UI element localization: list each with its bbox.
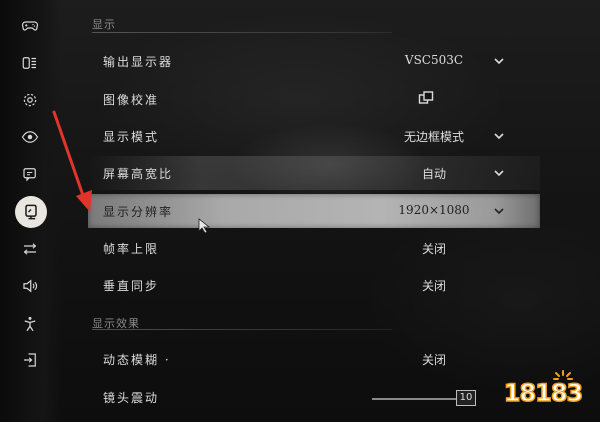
setting-row-display-mode[interactable]: 显示模式 无边框模式 — [88, 119, 540, 153]
sidebar-item-accessibility[interactable] — [17, 311, 43, 337]
setting-row-resolution[interactable]: 显示分辨率 1920×1080 — [88, 194, 540, 228]
setting-label: 显示模式 — [103, 130, 160, 144]
setting-label: 镜头震动 — [103, 391, 160, 405]
sidebar-item-gamepad[interactable] — [17, 12, 43, 38]
exit-icon — [24, 353, 36, 367]
gear-icon — [23, 93, 37, 107]
setting-label: 输出显示器 — [103, 55, 174, 69]
setting-row-aspect-ratio[interactable]: 屏幕高宽比 自动 — [88, 156, 540, 190]
sidebar-item-general[interactable] — [17, 87, 43, 113]
setting-value: 无边框模式 — [403, 130, 464, 144]
gamepad-icon — [21, 21, 39, 31]
monitor-icon — [25, 204, 37, 220]
chat-icon — [23, 168, 36, 182]
setting-row-calibration[interactable]: 图像校准 — [88, 82, 540, 116]
camera-shake-slider[interactable] — [372, 398, 460, 400]
watermark-logo: 18183 — [493, 370, 593, 413]
setting-label: 屏幕高宽比 — [103, 167, 174, 181]
chevron-down-icon[interactable] — [493, 55, 505, 67]
watermark-text: 18183 — [503, 378, 584, 408]
section-divider — [92, 329, 392, 330]
annotation-arrow-icon — [52, 110, 92, 212]
section-title-display: 显示 — [92, 18, 116, 31]
sliders-icon — [23, 243, 37, 255]
chevron-down-icon[interactable] — [493, 167, 505, 179]
speaker-icon — [23, 279, 38, 293]
sidebar-item-controls-adjust[interactable] — [17, 236, 43, 262]
setting-value: VSC503C — [404, 53, 464, 67]
setting-row-output-display[interactable]: 输出显示器 VSC503C — [88, 44, 540, 78]
setting-value: 关闭 — [421, 279, 446, 293]
setting-value: 关闭 — [421, 353, 446, 367]
mouse-cursor-icon — [198, 218, 211, 234]
calibration-icon[interactable] — [418, 90, 434, 106]
chevron-down-icon[interactable] — [493, 205, 505, 217]
setting-value: 自动 — [421, 167, 446, 181]
setting-label: 帧率上限 — [103, 242, 160, 256]
setting-row-motion-blur[interactable]: 动态模糊 · 关闭 — [88, 342, 540, 376]
chevron-down-icon[interactable] — [493, 130, 505, 142]
accessibility-icon — [24, 316, 36, 332]
setting-label: 显示分辨率 — [103, 205, 174, 219]
setting-label: 图像校准 — [103, 93, 160, 107]
setting-row-vsync[interactable]: 垂直同步 关闭 — [88, 268, 540, 302]
sidebar-item-subtitles[interactable] — [17, 161, 43, 187]
eye-icon — [21, 131, 39, 143]
sidebar-item-audio[interactable] — [17, 273, 43, 299]
section-divider — [92, 32, 392, 33]
setting-value: 关闭 — [421, 242, 446, 256]
sidebar-item-display[interactable] — [15, 196, 47, 228]
controller-layout-icon — [22, 57, 36, 69]
sidebar-item-exit[interactable] — [17, 347, 43, 373]
sidebar-item-controls[interactable] — [17, 50, 43, 76]
setting-label: 动态模糊 · — [103, 353, 171, 367]
sidebar-item-visual[interactable] — [17, 124, 43, 150]
setting-row-frame-cap[interactable]: 帧率上限 关闭 — [88, 231, 540, 265]
camera-shake-value: 10 — [456, 390, 476, 406]
setting-value: 1920×1080 — [398, 203, 470, 217]
setting-label: 垂直同步 — [103, 279, 160, 293]
